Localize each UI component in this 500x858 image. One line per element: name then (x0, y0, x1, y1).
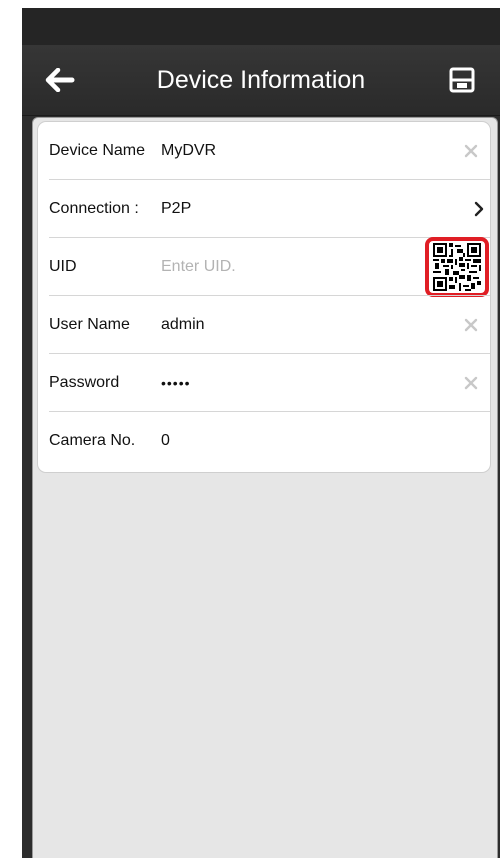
uid-row: UID (38, 237, 490, 297)
navigation-bar: Device Information (22, 45, 500, 116)
connection-label: Connection : (49, 200, 139, 217)
password-row: Password ••••• (38, 354, 490, 412)
user-name-label: User Name (49, 316, 130, 333)
device-form: Device Name MyDVR Connection : P2P UID E… (37, 121, 491, 473)
password-field[interactable]: ••••• (161, 354, 191, 412)
back-button[interactable] (40, 63, 80, 97)
arrow-left-icon (45, 68, 75, 92)
device-name-field[interactable]: MyDVR (161, 122, 216, 180)
password-label: Password (49, 374, 120, 391)
uid-input[interactable] (161, 238, 411, 296)
status-bar (22, 8, 500, 45)
qr-code-icon (433, 243, 481, 291)
page-title: Device Information (156, 66, 366, 94)
scan-qr-button[interactable] (425, 237, 489, 297)
camera-no-label: Camera No. (49, 432, 136, 449)
floppy-disk-icon (449, 67, 475, 93)
content-area: Device Name MyDVR Connection : P2P UID E… (32, 117, 498, 858)
chevron-right-icon (474, 201, 484, 217)
connection-row[interactable]: Connection : P2P (38, 180, 490, 238)
connection-value: P2P (161, 200, 192, 217)
uid-label: UID (49, 258, 77, 275)
save-button[interactable] (442, 62, 482, 98)
clear-icon[interactable] (464, 144, 478, 158)
clear-icon[interactable] (464, 318, 478, 332)
phone-screen: Device Information Device Name MyDVR Con… (22, 8, 500, 858)
device-name-row: Device Name MyDVR (38, 122, 490, 180)
user-name-row: User Name admin (38, 296, 490, 354)
camera-no-field[interactable]: 0 (161, 412, 170, 470)
user-name-field[interactable]: admin (161, 296, 205, 354)
clear-icon[interactable] (464, 376, 478, 390)
device-name-label: Device Name (49, 142, 146, 159)
camera-no-row: Camera No. 0 (38, 412, 490, 470)
